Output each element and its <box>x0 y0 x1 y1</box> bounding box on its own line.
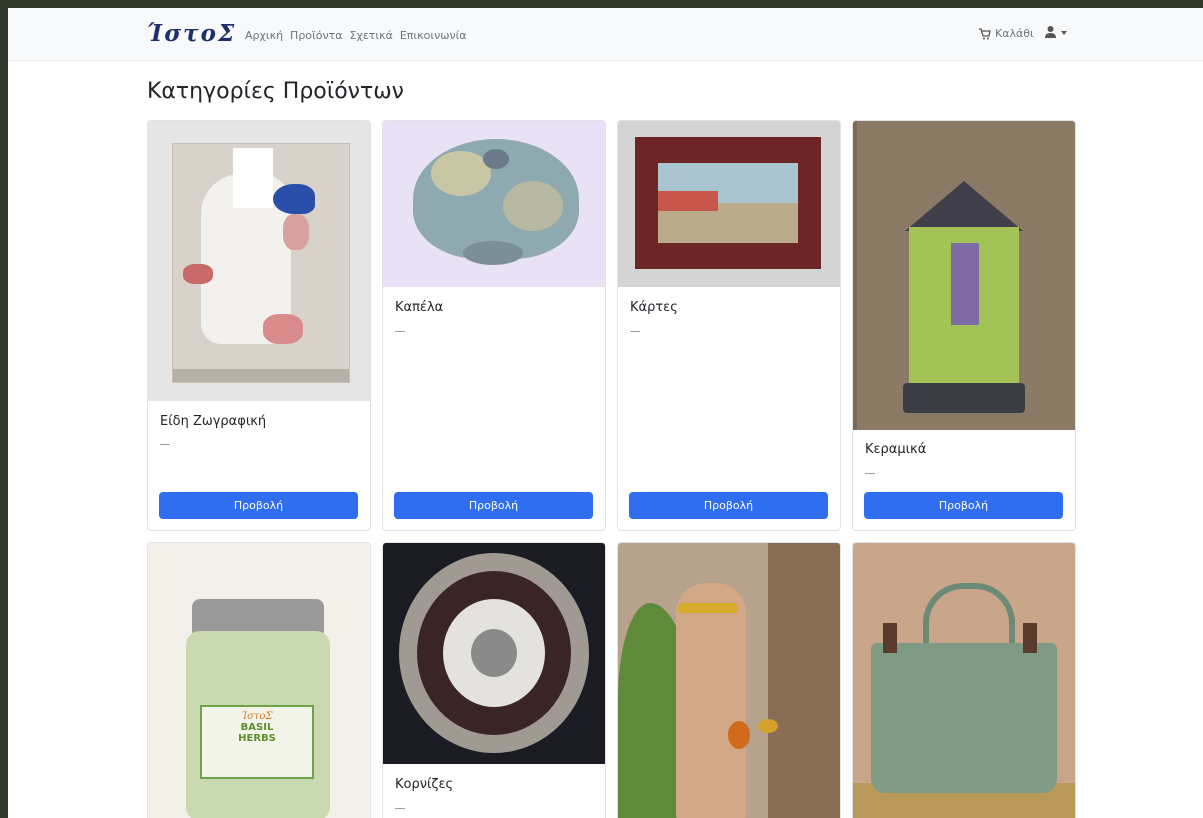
nav-link-about[interactable]: Σχετικά <box>350 29 393 42</box>
jewelry-image[interactable] <box>618 543 840 818</box>
category-card-cards: Κάρτες Προβολή <box>617 120 841 531</box>
card-title: Κεραμικά <box>865 442 927 457</box>
jar-label-line2: HERBS <box>238 733 276 744</box>
card-description <box>395 331 405 332</box>
navbar: ΊστοΣ Αρχική Προϊόντα Σχετικά Επικοινωνί… <box>8 8 1203 61</box>
card-title: Κορνίζες <box>395 777 454 792</box>
brand-logo[interactable]: ΊστοΣ <box>147 20 236 47</box>
nav-link-contact[interactable]: Επικοινωνία <box>400 29 467 42</box>
woven-bag-image[interactable] <box>853 543 1075 818</box>
jar-label-line1: BASIL <box>240 722 274 733</box>
browser-viewport: ΊστοΣ Αρχική Προϊόντα Σχετικά Επικοινωνί… <box>8 8 1203 818</box>
candle-jar-image[interactable]: ΊστοΣ BASIL HERBS <box>148 543 370 818</box>
category-card-painting: Είδη Ζωγραφική Προβολή <box>147 120 371 531</box>
jar-label-brand: ΊστοΣ <box>241 711 273 722</box>
card-title: Καπέλα <box>395 300 444 315</box>
card-title: Κάρτες <box>630 300 678 315</box>
user-menu-toggle[interactable] <box>1044 25 1067 39</box>
frame-image[interactable] <box>383 543 605 764</box>
view-button[interactable]: Προβολή <box>864 492 1063 519</box>
category-card-hats: Καπέλα Προβολή <box>382 120 606 531</box>
nav-link-products[interactable]: Προϊόντα <box>290 29 342 42</box>
card-description <box>865 473 875 474</box>
cart-link[interactable]: Καλάθι <box>978 27 1034 40</box>
card-description <box>395 808 405 809</box>
view-button[interactable]: Προβολή <box>394 492 593 519</box>
cart-label: Καλάθι <box>995 27 1034 40</box>
nav-links: Αρχική Προϊόντα Σχετικά Επικοινωνία <box>245 29 467 42</box>
category-card-frames: Κορνίζες <box>382 542 606 818</box>
card-title: Είδη Ζωγραφική <box>160 414 267 429</box>
painting-image[interactable] <box>148 121 370 401</box>
category-card-bags <box>852 542 1076 818</box>
category-card-candles: ΊστοΣ BASIL HERBS <box>147 542 371 818</box>
card-description <box>630 331 640 332</box>
cart-icon <box>979 27 991 39</box>
hat-image[interactable] <box>383 121 605 287</box>
card-description <box>160 444 170 445</box>
category-card-ceramics: Κεραμικά Προβολή <box>852 120 1076 531</box>
chevron-down-icon <box>1061 31 1067 35</box>
view-button[interactable]: Προβολή <box>159 492 358 519</box>
view-button[interactable]: Προβολή <box>629 492 828 519</box>
card-image[interactable] <box>618 121 840 287</box>
nav-link-home[interactable]: Αρχική <box>245 29 283 42</box>
category-card-jewelry <box>617 542 841 818</box>
ceramic-house-image[interactable] <box>853 121 1075 430</box>
page-title: Κατηγορίες Προϊόντων <box>147 79 404 104</box>
user-icon <box>1045 26 1056 38</box>
